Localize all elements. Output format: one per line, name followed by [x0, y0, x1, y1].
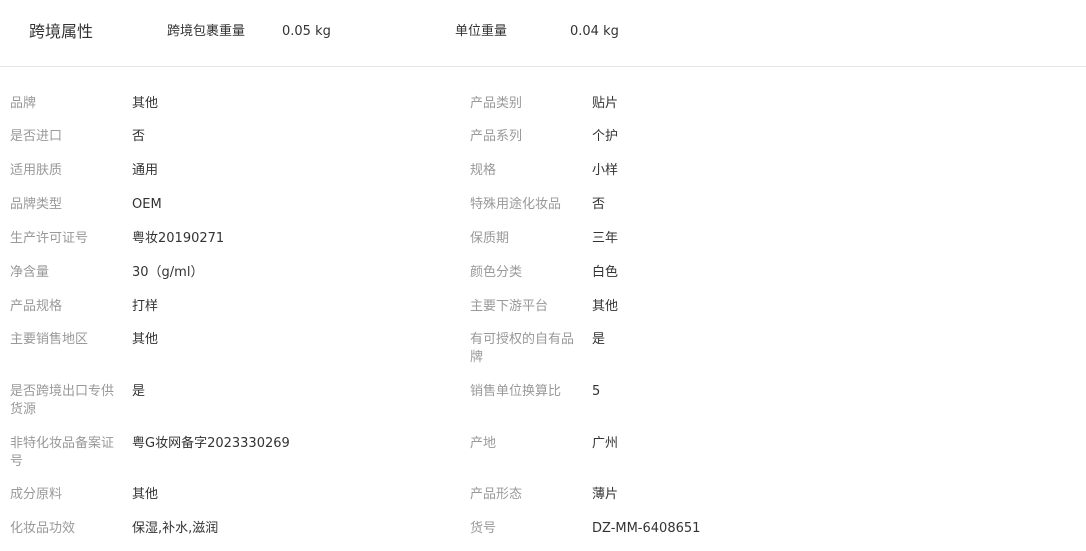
attr-value: 其他 — [132, 96, 159, 111]
attr-value: 通用 — [132, 163, 159, 178]
attr-value: 否 — [592, 197, 606, 212]
attr-label: 货号 — [470, 521, 497, 536]
attr-label: 特殊用途化妆品 — [470, 197, 562, 212]
attr-label: 主要销售地区 — [10, 332, 89, 347]
attr-label: 销售单位换算比 — [470, 384, 562, 399]
attr-label: 非特化妆品备案证号 — [10, 436, 115, 469]
attr-label: 产品系列 — [470, 129, 523, 144]
unit-weight-label: 单位重量 — [455, 24, 508, 39]
attr-label: 主要下游平台 — [470, 299, 549, 314]
attr-value: 其他 — [132, 487, 159, 502]
attr-value: 个护 — [592, 129, 619, 144]
attr-label: 有可授权的自有品牌 — [470, 332, 575, 365]
attr-label: 产地 — [470, 436, 497, 451]
unit-weight-value: 0.04 kg — [570, 24, 619, 39]
package-weight-label: 跨境包裹重量 — [167, 24, 246, 39]
attr-value: 是 — [132, 384, 146, 399]
attr-label: 是否跨境出口专供货源 — [10, 384, 115, 417]
attr-value: 其他 — [132, 332, 159, 347]
attr-value: 粤G妆网备字2023330269 — [132, 436, 290, 451]
attr-value: 广州 — [592, 436, 619, 451]
cross-border-header: 跨境属性 跨境包裹重量 0.05 kg 单位重量 0.04 kg — [0, 0, 1086, 67]
attr-value: 是 — [592, 332, 606, 347]
package-weight-value: 0.05 kg — [282, 24, 331, 39]
attr-value: 粤妆20190271 — [132, 231, 225, 246]
attr-value: OEM — [132, 197, 162, 212]
attr-label: 生产许可证号 — [10, 231, 89, 246]
attr-label: 颜色分类 — [470, 265, 523, 280]
attr-label: 适用肤质 — [10, 163, 63, 178]
attr-label: 净含量 — [10, 265, 50, 280]
attr-value: 其他 — [592, 299, 619, 314]
attr-value: 30（g/ml） — [132, 265, 204, 280]
attr-value: 白色 — [592, 265, 619, 280]
attr-value: 小样 — [592, 163, 619, 178]
attr-label: 产品规格 — [10, 299, 63, 314]
attr-label: 产品形态 — [470, 487, 523, 502]
attr-value: 否 — [132, 129, 146, 144]
attr-label: 是否进口 — [10, 129, 63, 144]
attr-label: 化妆品功效 — [10, 521, 76, 536]
attr-label: 品牌类型 — [10, 197, 63, 212]
attr-value: DZ-MM-6408651 — [592, 521, 701, 536]
attr-value: 打样 — [132, 299, 159, 314]
attr-label: 成分原料 — [10, 487, 63, 502]
attr-value: 贴片 — [592, 96, 619, 111]
attr-label: 产品类别 — [470, 96, 523, 111]
attr-value: 三年 — [592, 231, 619, 246]
attr-value: 薄片 — [592, 487, 619, 502]
attr-value: 5 — [592, 384, 601, 399]
section-title: 跨境属性 — [29, 22, 94, 41]
attr-label: 品牌 — [10, 96, 37, 111]
attr-label: 规格 — [470, 163, 497, 178]
attr-label: 保质期 — [470, 231, 510, 246]
attr-value: 保湿,补水,滋润 — [132, 521, 219, 536]
